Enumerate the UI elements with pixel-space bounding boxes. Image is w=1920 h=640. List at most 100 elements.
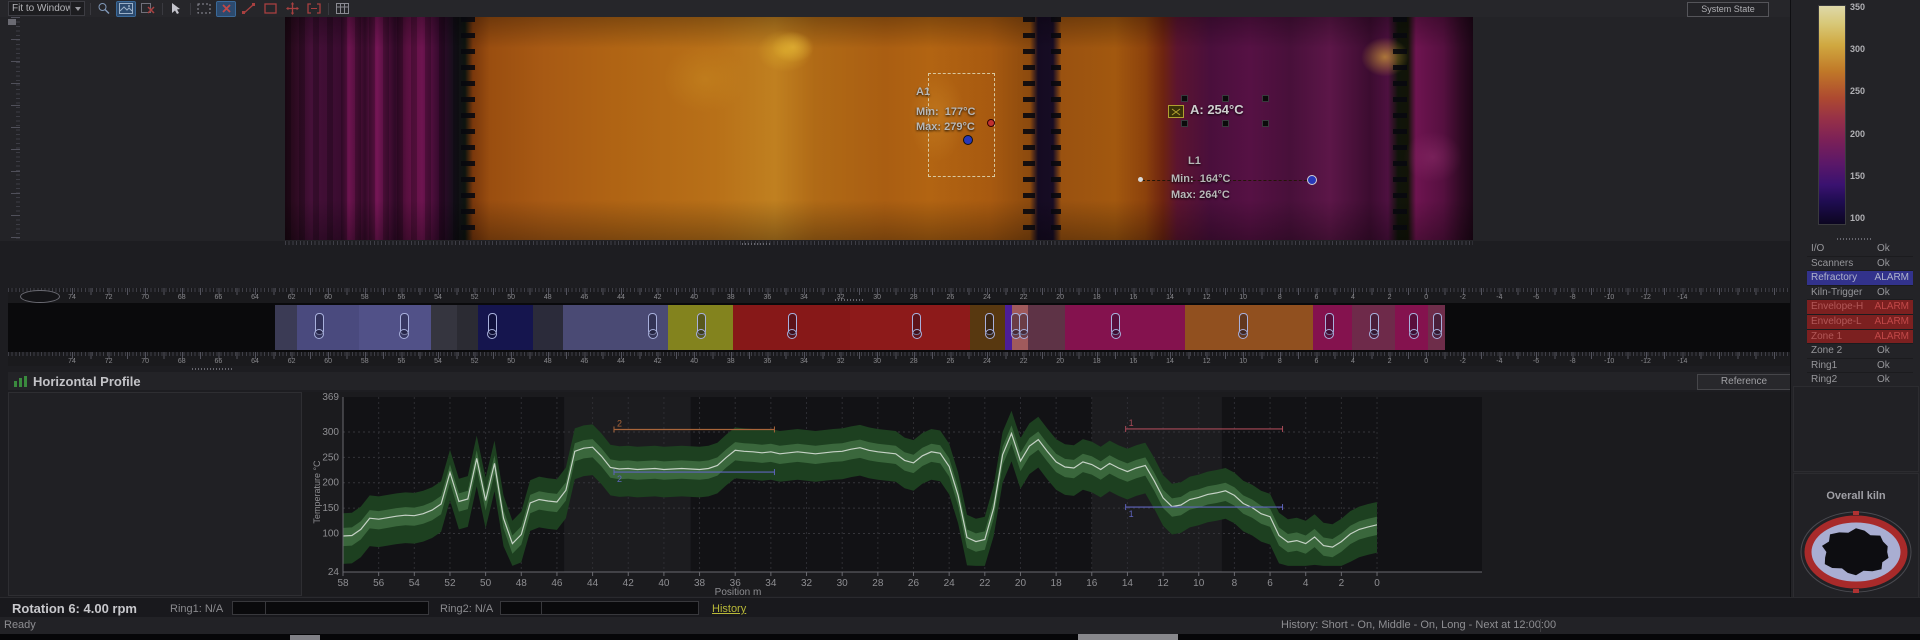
ruler-number: 60 [319, 358, 337, 365]
svg-text:22: 22 [979, 578, 991, 589]
spot-handle[interactable] [1223, 96, 1228, 101]
status-row-scanners[interactable]: ScannersOk [1807, 257, 1913, 272]
ring2-input-large[interactable] [541, 601, 699, 615]
ruler-number: -10 [1600, 294, 1618, 301]
zone-block[interactable] [850, 305, 970, 350]
history-link[interactable]: History [712, 603, 746, 615]
splitter-handle[interactable] [1837, 238, 1873, 240]
svg-text:20: 20 [1015, 578, 1027, 589]
status-row-zone-2[interactable]: Zone 2Ok [1807, 344, 1913, 359]
zone-block[interactable] [970, 305, 1005, 350]
line-l1-max: Max: 264°C [1171, 189, 1230, 201]
measure-rect-icon[interactable] [261, 2, 279, 16]
line-l1-start[interactable] [1138, 177, 1143, 182]
move-icon[interactable] [283, 2, 301, 16]
status-value: Ok [1877, 257, 1909, 271]
zone-block[interactable] [275, 305, 297, 350]
delete-area-icon[interactable] [217, 2, 235, 16]
status-label: Ring1 [1811, 359, 1877, 373]
measure-line-icon[interactable] [239, 2, 257, 16]
zone-block[interactable] [1065, 305, 1185, 350]
ruler-number: 74 [63, 358, 81, 365]
ruler-number: 40 [685, 294, 703, 301]
zone-block[interactable] [533, 305, 563, 350]
ruler-number: 38 [722, 358, 740, 365]
reference-button[interactable]: Reference [1697, 374, 1791, 390]
ruler-number: 22 [1015, 294, 1033, 301]
thermometer-icon [1239, 313, 1248, 335]
ruler-number: 50 [502, 358, 520, 365]
select-area-icon[interactable] [195, 2, 213, 16]
zoom-icon[interactable] [95, 2, 113, 16]
status-row-envelope-l[interactable]: Envelope-LALARM [1807, 315, 1913, 330]
splitter-handle[interactable] [192, 368, 232, 370]
system-state-button[interactable]: System State [1687, 2, 1769, 17]
thermometer-icon [788, 313, 797, 335]
zoom-mode-select[interactable]: Fit to Window [8, 1, 85, 16]
spot-handle[interactable] [1263, 121, 1268, 126]
zone-block[interactable] [1428, 305, 1445, 350]
ruler-number: 8 [1271, 294, 1289, 301]
area-a1-title: A1 [916, 86, 930, 98]
status-row-ring1[interactable]: Ring1Ok [1807, 359, 1913, 374]
status-row-refractory[interactable]: RefractoryALARM [1807, 271, 1913, 286]
zone-block[interactable] [733, 305, 850, 350]
ruler-number: 64 [246, 358, 264, 365]
splitter-handle[interactable] [835, 299, 865, 301]
ring1-input-small[interactable] [232, 601, 266, 615]
thermal-image[interactable]: A1 Min: 177°C Max: 279°C A: 254°C L1 Min… [285, 17, 1473, 240]
spot-handle[interactable] [1223, 121, 1228, 126]
thermometer-icon [1111, 313, 1120, 335]
splitter-handle[interactable] [742, 243, 770, 245]
status-row-i-o[interactable]: I/OOk [1807, 242, 1913, 257]
zone-block[interactable] [1012, 305, 1028, 350]
svg-text:Position m: Position m [715, 587, 762, 596]
zone-block[interactable] [1395, 305, 1428, 350]
status-value: Ok [1877, 373, 1909, 387]
status-row-zone-1[interactable]: Zone 1ALARM [1807, 330, 1913, 345]
grid-icon[interactable] [333, 2, 351, 16]
ruler-number: -6 [1527, 358, 1545, 365]
zone-block[interactable] [457, 305, 478, 350]
zone-block[interactable] [1352, 305, 1395, 350]
zone-block[interactable] [431, 305, 457, 350]
ruler-number: 46 [575, 358, 593, 365]
svg-text:6: 6 [1267, 578, 1273, 589]
zone-block[interactable] [563, 305, 668, 350]
thermometer-icon [1019, 313, 1028, 335]
zone-block[interactable] [297, 305, 359, 350]
svg-text:42: 42 [623, 578, 635, 589]
zoom-mode-value: Fit to Window [9, 2, 70, 15]
zone-block[interactable] [478, 305, 533, 350]
spot-handle[interactable] [1263, 96, 1268, 101]
zone-block[interactable] [668, 305, 733, 350]
chevron-down-icon[interactable] [70, 2, 84, 15]
svg-text:32: 32 [801, 578, 813, 589]
spot-marker-icon[interactable] [1168, 105, 1184, 118]
image-view-icon[interactable] [117, 2, 135, 16]
svg-text:46: 46 [551, 578, 563, 589]
delete-image-icon[interactable] [139, 2, 157, 16]
svg-text:50: 50 [480, 578, 492, 589]
line-l1-end[interactable] [1307, 175, 1317, 185]
svg-text:Temperature °C: Temperature °C [312, 460, 322, 524]
status-label: Scanners [1811, 257, 1877, 271]
status-row-kiln-trigger[interactable]: Kiln-TriggerOk [1807, 286, 1913, 301]
chart-icon [14, 376, 27, 387]
spot-handle[interactable] [1182, 121, 1187, 126]
zone-block[interactable] [1028, 305, 1065, 350]
ring1-input-large[interactable] [265, 601, 429, 615]
ruler-number: 68 [173, 294, 191, 301]
spot-handle[interactable] [1182, 96, 1187, 101]
ruler-number: 26 [941, 358, 959, 365]
fit-width-icon[interactable] [305, 2, 323, 16]
zone-block[interactable] [1185, 305, 1313, 350]
zone-block[interactable] [1313, 305, 1352, 350]
status-row-envelope-h[interactable]: Envelope-HALARM [1807, 300, 1913, 315]
ruler-number: 28 [905, 294, 923, 301]
zone-block[interactable] [359, 305, 431, 350]
min-temp-marker [963, 135, 973, 145]
ruler-number: 64 [246, 294, 264, 301]
ring2-input-small[interactable] [500, 601, 542, 615]
cursor-icon[interactable] [167, 2, 185, 16]
